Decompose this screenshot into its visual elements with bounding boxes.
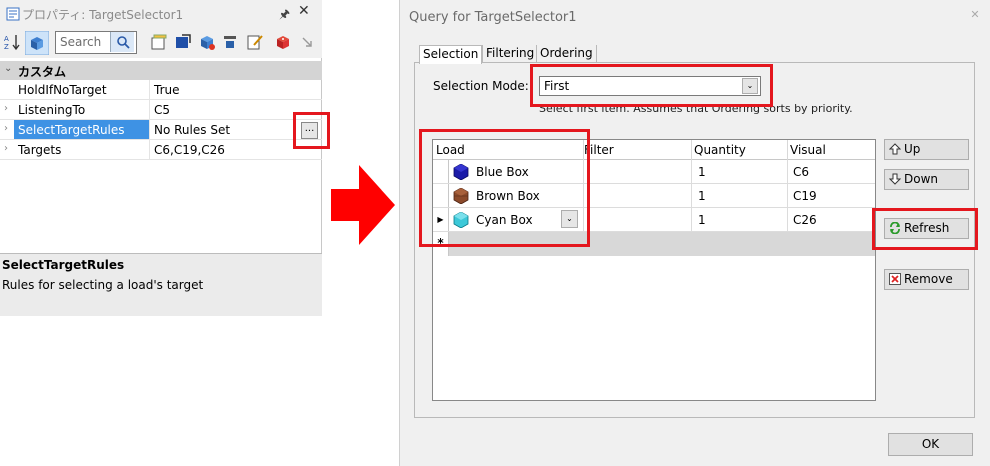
row-header[interactable] bbox=[433, 184, 449, 207]
new-row[interactable]: * bbox=[433, 232, 875, 256]
visual-cell[interactable]: C26 bbox=[793, 213, 817, 227]
column-header-filter[interactable]: Filter bbox=[584, 143, 614, 157]
red-arrow-icon bbox=[331, 165, 395, 245]
table-row[interactable]: ▶ Cyan Box ⌄ 1 C26 bbox=[433, 208, 875, 232]
sort-alphabetical-icon[interactable]: A Z bbox=[3, 33, 21, 51]
svg-text:A: A bbox=[4, 35, 9, 43]
chevron-down-icon[interactable]: ⌄ bbox=[4, 63, 12, 74]
property-row-targets[interactable]: › Targets C6,C19,C26 bbox=[0, 140, 322, 160]
component-icon[interactable] bbox=[198, 33, 216, 51]
property-value[interactable]: No Rules Set bbox=[154, 123, 230, 137]
up-button[interactable]: Up bbox=[884, 139, 969, 160]
chevron-down-icon[interactable]: ⌄ bbox=[742, 78, 758, 94]
tab-selection[interactable]: Selection bbox=[419, 45, 483, 64]
load-name[interactable]: Blue Box bbox=[476, 165, 529, 179]
navigate-icon[interactable] bbox=[174, 33, 192, 51]
search-button[interactable] bbox=[110, 32, 134, 52]
current-row-marker-icon[interactable]: ▶ bbox=[433, 208, 449, 231]
edit-document-icon[interactable] bbox=[246, 33, 264, 51]
cyan-box-icon bbox=[453, 212, 469, 228]
quantity-cell[interactable]: 1 bbox=[698, 213, 706, 227]
column-header-quantity[interactable]: Quantity bbox=[694, 143, 746, 157]
selection-mode-label: Selection Mode: bbox=[433, 79, 529, 93]
ellipsis-button[interactable]: ... bbox=[301, 122, 318, 139]
table-row[interactable]: Brown Box 1 C19 bbox=[433, 184, 875, 208]
close-icon[interactable]: ✕ bbox=[298, 3, 310, 19]
align-icon[interactable] bbox=[221, 33, 239, 51]
tab-filtering[interactable]: Filtering bbox=[482, 45, 537, 63]
table-row[interactable]: Blue Box 1 C6 bbox=[433, 160, 875, 184]
properties-title: プロパティ: TargetSelector1 bbox=[22, 8, 184, 22]
property-name: ListeningTo bbox=[18, 103, 86, 117]
random-dice-icon[interactable] bbox=[274, 33, 292, 51]
row-header[interactable] bbox=[433, 160, 449, 183]
load-name[interactable]: Brown Box bbox=[476, 189, 540, 203]
quantity-cell[interactable]: 1 bbox=[698, 165, 706, 179]
property-name: SelectTargetRules bbox=[18, 123, 125, 137]
refresh-label: Refresh bbox=[904, 221, 950, 235]
ok-button[interactable]: OK bbox=[888, 433, 973, 456]
collapse-icon[interactable] bbox=[298, 33, 316, 51]
chevron-right-icon[interactable]: › bbox=[4, 123, 8, 134]
dialog-title: Query for TargetSelector1 bbox=[409, 10, 577, 25]
query-dialog: Query for TargetSelector1 ✕ Selection Fi… bbox=[399, 0, 990, 466]
tab-ordering[interactable]: Ordering bbox=[536, 45, 597, 63]
categorized-view-icon[interactable] bbox=[25, 31, 49, 55]
blue-box-icon bbox=[453, 164, 469, 180]
new-row-marker[interactable]: * bbox=[433, 232, 449, 256]
property-name: HoldIfNoTarget bbox=[18, 83, 107, 97]
property-row-holdifnotarget[interactable]: HoldIfNoTarget True bbox=[0, 80, 322, 100]
remove-button[interactable]: Remove bbox=[884, 269, 969, 290]
load-grid[interactable]: Load Filter Quantity Visual Blue Box 1 C… bbox=[432, 139, 876, 401]
quantity-cell[interactable]: 1 bbox=[698, 189, 706, 203]
arrow-down-icon bbox=[889, 173, 901, 185]
refresh-icon bbox=[890, 222, 900, 234]
down-button[interactable]: Down bbox=[884, 169, 969, 190]
refresh-button[interactable]: Refresh bbox=[884, 218, 969, 239]
property-description-area: SelectTargetRules Rules for selecting a … bbox=[0, 253, 322, 316]
visual-cell[interactable]: C6 bbox=[793, 165, 809, 179]
property-value[interactable]: C6,C19,C26 bbox=[154, 143, 225, 157]
properties-title-bar: プロパティ: TargetSelector1 🖈 ✕ bbox=[0, 0, 322, 28]
column-header-load[interactable]: Load bbox=[436, 143, 465, 157]
pin-icon[interactable]: 🖈 bbox=[279, 5, 290, 26]
selection-mode-description: Select first item. Assumes that Ordering… bbox=[539, 102, 853, 115]
category-label: カスタム bbox=[18, 65, 67, 79]
load-name[interactable]: Cyan Box bbox=[476, 213, 533, 227]
description-title: SelectTargetRules bbox=[2, 258, 125, 272]
up-label: Up bbox=[904, 142, 921, 156]
selection-mode-value: First bbox=[544, 79, 570, 93]
visual-cell[interactable]: C19 bbox=[793, 189, 817, 203]
properties-toolbar: A Z bbox=[0, 28, 322, 58]
description-text: Rules for selecting a load's target bbox=[2, 278, 204, 292]
property-row-listeningto[interactable]: › ListeningTo C5 bbox=[0, 100, 322, 120]
remove-icon bbox=[889, 273, 901, 285]
column-header-visual[interactable]: Visual bbox=[790, 143, 826, 157]
property-value[interactable]: True bbox=[154, 83, 180, 97]
properties-window-icon bbox=[6, 7, 20, 21]
search-placeholder: Search bbox=[60, 35, 102, 49]
property-row-selecttargetrules[interactable]: › SelectTargetRules No Rules Set bbox=[0, 120, 322, 140]
grid-header: Load Filter Quantity Visual bbox=[433, 140, 875, 160]
down-label: Down bbox=[904, 172, 939, 186]
chevron-right-icon[interactable]: › bbox=[4, 143, 8, 154]
remove-label: Remove bbox=[904, 272, 953, 286]
brown-box-icon bbox=[453, 188, 469, 204]
svg-text:Z: Z bbox=[4, 43, 9, 51]
property-pages-icon[interactable] bbox=[150, 33, 168, 51]
property-name: Targets bbox=[18, 143, 62, 157]
chevron-right-icon[interactable]: › bbox=[4, 103, 8, 114]
property-category-row[interactable]: ⌄ カスタム bbox=[0, 61, 322, 80]
close-icon[interactable]: ✕ bbox=[965, 8, 985, 26]
chevron-down-icon[interactable]: ⌄ bbox=[561, 210, 578, 228]
arrow-up-icon bbox=[889, 143, 901, 155]
selection-mode-select[interactable]: First ⌄ bbox=[539, 76, 761, 96]
search-icon bbox=[117, 36, 130, 49]
property-value[interactable]: C5 bbox=[154, 103, 170, 117]
